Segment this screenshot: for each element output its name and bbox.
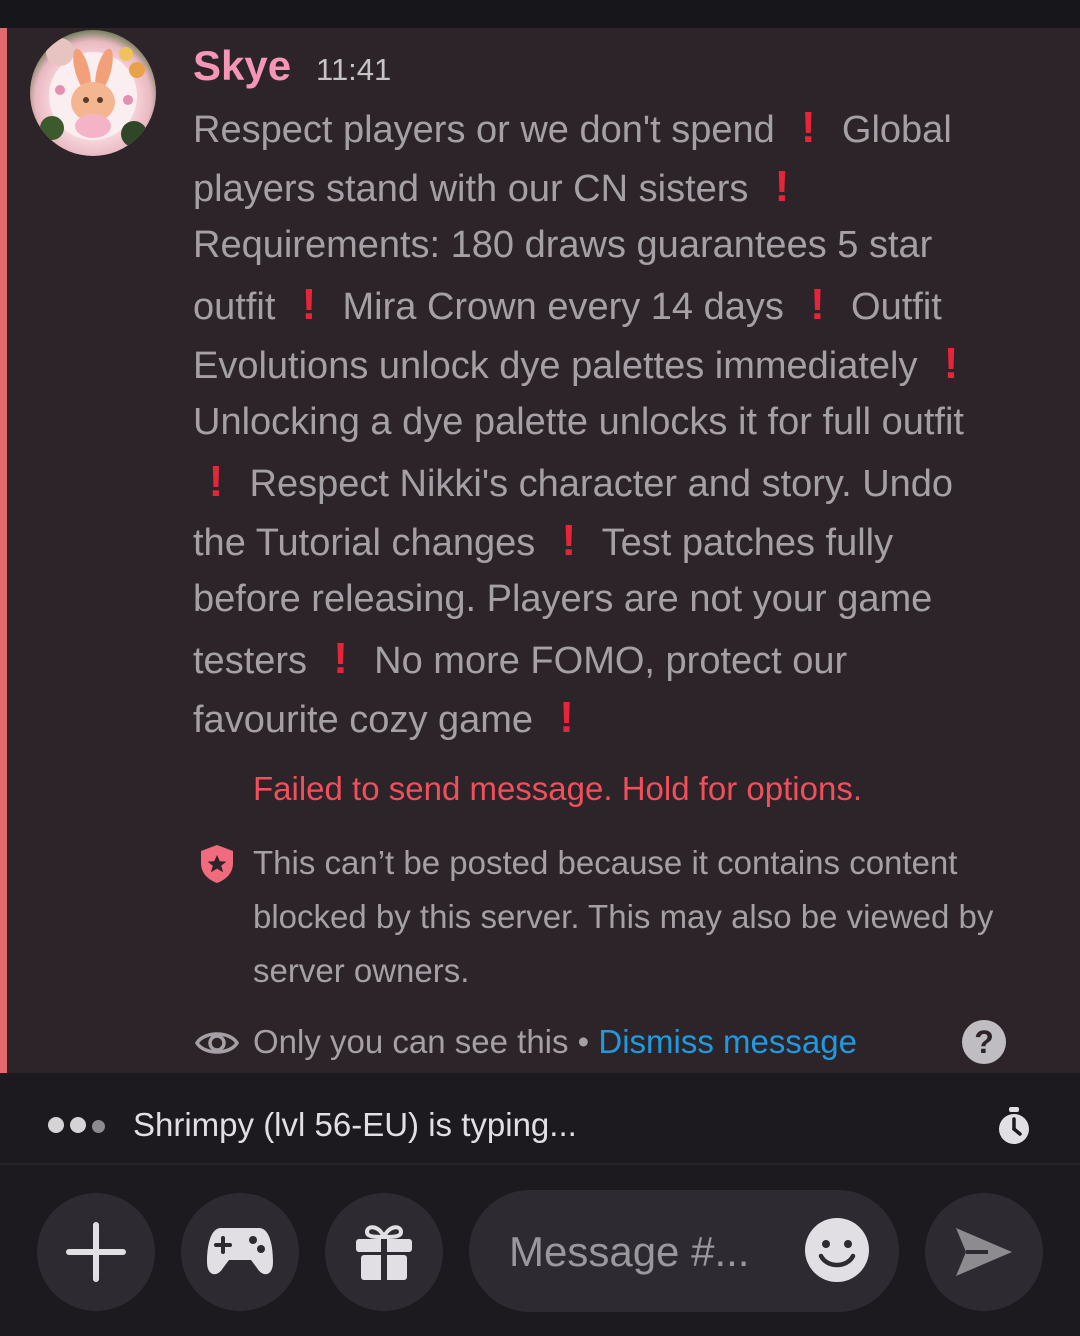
- typing-dots-icon: [48, 1117, 111, 1138]
- exclamation-emoji: !: [301, 280, 317, 329]
- message-line: before releasing. Players are not your g…: [193, 570, 1053, 629]
- message-line: ! Respect Nikki's character and story. U…: [193, 452, 1053, 511]
- send-button[interactable]: [925, 1193, 1043, 1311]
- plus-icon: [66, 1222, 126, 1282]
- message-text: Requirements: 180 draws guarantees 5 sta…: [193, 224, 933, 266]
- message-author[interactable]: Skye: [193, 42, 291, 90]
- dismiss-message-link[interactable]: Dismiss message: [598, 1023, 857, 1060]
- gift-icon: [356, 1225, 412, 1280]
- emoji-icon[interactable]: [803, 1216, 871, 1284]
- message-text: the Tutorial changes: [193, 522, 546, 564]
- exclamation-emoji: !: [208, 457, 224, 506]
- message-line: outfit ! Mira Crown every 14 days ! Outf…: [193, 275, 1053, 334]
- message-text: Respect players or we don't spend: [193, 109, 786, 151]
- failed-send-notice[interactable]: Failed to send message. Hold for options…: [253, 770, 862, 808]
- message-line: Unlocking a dye palette unlocks it for f…: [193, 393, 1053, 452]
- message-text: players stand with our CN sisters: [193, 168, 759, 210]
- only-you-label: Only you can see this •: [253, 1023, 599, 1060]
- message-text: Unlocking a dye palette unlocks it for f…: [193, 401, 964, 443]
- message-line: Evolutions unlock dye palettes immediate…: [193, 334, 1053, 393]
- status-bar: [0, 0, 1080, 28]
- message-text: Respect Nikki's character and story. Und…: [239, 463, 954, 505]
- message-text: Mira Crown every 14 days: [331, 286, 795, 328]
- gamepad-icon: [207, 1228, 273, 1275]
- typing-indicator-text: Shrimpy (lvl 56-EU) is typing...: [133, 1106, 577, 1143]
- message-text: No more FOMO, protect our: [363, 640, 848, 682]
- exclamation-emoji: !: [810, 280, 825, 329]
- attach-button[interactable]: [37, 1193, 155, 1311]
- mention-highlight-bar: [0, 28, 7, 1073]
- message-input[interactable]: [507, 1216, 781, 1288]
- avatar[interactable]: [30, 30, 156, 156]
- message-line: the Tutorial changes ! Test patches full…: [193, 511, 1053, 570]
- help-icon[interactable]: ?: [962, 1020, 1006, 1064]
- message-content: Respect players or we don't spend ! Glob…: [193, 98, 1053, 747]
- message-line: testers ! No more FOMO, protect our: [193, 629, 1053, 688]
- message-text: testers: [193, 640, 318, 682]
- message-text: outfit: [193, 286, 286, 328]
- message-timestamp: 11:41: [316, 52, 392, 87]
- exclamation-emoji: !: [774, 162, 790, 211]
- message-composer[interactable]: [469, 1190, 899, 1312]
- activities-button[interactable]: [181, 1193, 299, 1311]
- message-text: before releasing. Players are not your g…: [193, 578, 933, 620]
- message-text: Evolutions unlock dye palettes immediate…: [193, 345, 929, 387]
- exclamation-emoji: !: [943, 339, 959, 388]
- stopwatch-icon[interactable]: [996, 1106, 1032, 1146]
- eye-icon: [194, 1032, 240, 1054]
- automod-blocked-notice: This can’t be posted because it contains…: [253, 844, 994, 989]
- message-group[interactable]: Skye 11:41 Respect players or we don't s…: [0, 28, 1080, 1073]
- exclamation-emoji: !: [801, 103, 816, 152]
- message-text: Test patches fully: [591, 522, 894, 564]
- exclamation-emoji: !: [559, 693, 574, 742]
- message-line: Requirements: 180 draws guarantees 5 sta…: [193, 216, 1053, 275]
- shield-star-icon: [201, 845, 233, 883]
- exclamation-emoji: !: [561, 516, 577, 565]
- message-line: Respect players or we don't spend ! Glob…: [193, 98, 1053, 157]
- message-line: players stand with our CN sisters !: [193, 157, 1053, 216]
- message-text: Global: [831, 109, 952, 151]
- gift-button[interactable]: [325, 1193, 443, 1311]
- message-text: Outfit: [840, 286, 942, 328]
- send-icon: [956, 1228, 1012, 1276]
- message-text: favourite cozy game: [193, 699, 544, 741]
- message-line: favourite cozy game !: [193, 688, 1053, 747]
- ephemeral-notice: Only you can see this • Dismiss message: [253, 1023, 857, 1061]
- exclamation-emoji: !: [333, 634, 348, 683]
